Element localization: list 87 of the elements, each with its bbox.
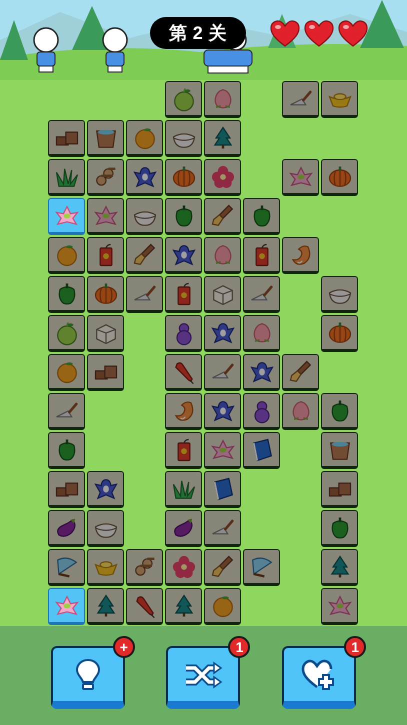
game-tile[interactable] bbox=[87, 471, 124, 508]
game-tile[interactable] bbox=[204, 510, 241, 547]
game-tile[interactable] bbox=[48, 393, 85, 430]
game-tile[interactable] bbox=[165, 471, 202, 508]
game-tile[interactable] bbox=[243, 315, 280, 352]
game-tile[interactable] bbox=[321, 159, 358, 196]
game-tile[interactable] bbox=[165, 315, 202, 352]
game-tile[interactable] bbox=[48, 159, 85, 196]
game-tile[interactable] bbox=[204, 315, 241, 352]
game-tile[interactable] bbox=[243, 432, 280, 469]
game-tile[interactable] bbox=[321, 315, 358, 352]
game-tile[interactable] bbox=[126, 159, 163, 196]
game-tile[interactable] bbox=[243, 276, 280, 313]
game-tile[interactable] bbox=[165, 159, 202, 196]
shuffle-icon bbox=[183, 660, 224, 690]
game-tile[interactable] bbox=[126, 276, 163, 313]
game-tile[interactable] bbox=[243, 237, 280, 274]
game-tile[interactable] bbox=[243, 198, 280, 235]
game-tile[interactable] bbox=[243, 354, 280, 391]
game-tile[interactable] bbox=[282, 393, 319, 430]
game-tile[interactable] bbox=[87, 510, 124, 547]
count-badge: + bbox=[112, 636, 135, 658]
game-tile[interactable] bbox=[321, 276, 358, 313]
game-tile[interactable] bbox=[165, 393, 202, 430]
game-tile[interactable] bbox=[48, 276, 85, 313]
game-tile[interactable] bbox=[321, 432, 358, 469]
game-tile[interactable] bbox=[87, 237, 124, 274]
game-tile[interactable] bbox=[165, 198, 202, 235]
game-tile[interactable] bbox=[165, 588, 202, 625]
game-tile[interactable] bbox=[126, 198, 163, 235]
game-tile[interactable] bbox=[48, 510, 85, 547]
game-tile[interactable] bbox=[165, 510, 202, 547]
count-badge: 1 bbox=[344, 636, 366, 658]
game-tile[interactable] bbox=[204, 237, 241, 274]
game-tile[interactable] bbox=[321, 510, 358, 547]
game-tile[interactable] bbox=[48, 237, 85, 274]
game-tile[interactable] bbox=[48, 549, 85, 586]
game-tile[interactable] bbox=[87, 159, 124, 196]
game-tile[interactable] bbox=[204, 393, 241, 430]
game-tile[interactable] bbox=[321, 549, 358, 586]
count-badge: 1 bbox=[228, 636, 250, 658]
game-tile[interactable] bbox=[165, 81, 202, 118]
game-tile[interactable] bbox=[204, 276, 241, 313]
game-tile[interactable] bbox=[204, 120, 241, 157]
game-tile[interactable] bbox=[48, 354, 85, 391]
game-tile[interactable] bbox=[321, 81, 358, 118]
game-tile[interactable] bbox=[87, 588, 124, 625]
game-tile[interactable] bbox=[48, 588, 85, 625]
game-tile[interactable] bbox=[321, 471, 358, 508]
game-tile[interactable] bbox=[126, 588, 163, 625]
game-tile[interactable] bbox=[321, 393, 358, 430]
game-tile[interactable] bbox=[243, 549, 280, 586]
game-tile[interactable] bbox=[204, 432, 241, 469]
game-tile[interactable] bbox=[48, 120, 85, 157]
game-tile[interactable] bbox=[204, 549, 241, 586]
game-tile[interactable] bbox=[165, 237, 202, 274]
game-tile[interactable] bbox=[165, 432, 202, 469]
game-tile[interactable] bbox=[204, 159, 241, 196]
game-tile[interactable] bbox=[321, 588, 358, 625]
game-tile[interactable] bbox=[282, 237, 319, 274]
game-tile[interactable] bbox=[48, 432, 85, 469]
game-tile[interactable] bbox=[48, 315, 85, 352]
game-tile[interactable] bbox=[87, 354, 124, 391]
game-tile[interactable] bbox=[243, 393, 280, 430]
game-tile[interactable] bbox=[87, 276, 124, 313]
game-tile[interactable] bbox=[165, 354, 202, 391]
game-tile[interactable] bbox=[204, 588, 241, 625]
game-tile[interactable] bbox=[165, 549, 202, 586]
game-tile[interactable] bbox=[165, 276, 202, 313]
level-title: 第 2 关 bbox=[150, 17, 246, 49]
game-tile[interactable] bbox=[87, 549, 124, 586]
game-tile[interactable] bbox=[126, 549, 163, 586]
game-tile[interactable] bbox=[282, 159, 319, 196]
game-tile[interactable] bbox=[204, 198, 241, 235]
game-tile[interactable] bbox=[282, 81, 319, 118]
game-tile[interactable] bbox=[282, 354, 319, 391]
game-tile[interactable] bbox=[87, 315, 124, 352]
game-tile[interactable] bbox=[87, 120, 124, 157]
game-tile[interactable] bbox=[126, 120, 163, 157]
game-tile[interactable] bbox=[165, 120, 202, 157]
game-tile[interactable] bbox=[126, 237, 163, 274]
game-tile[interactable] bbox=[48, 198, 85, 235]
game-tile[interactable] bbox=[48, 471, 85, 508]
game-tile[interactable] bbox=[87, 198, 124, 235]
game-tile[interactable] bbox=[204, 81, 241, 118]
game-tile[interactable] bbox=[204, 471, 241, 508]
game-tile[interactable] bbox=[204, 354, 241, 391]
